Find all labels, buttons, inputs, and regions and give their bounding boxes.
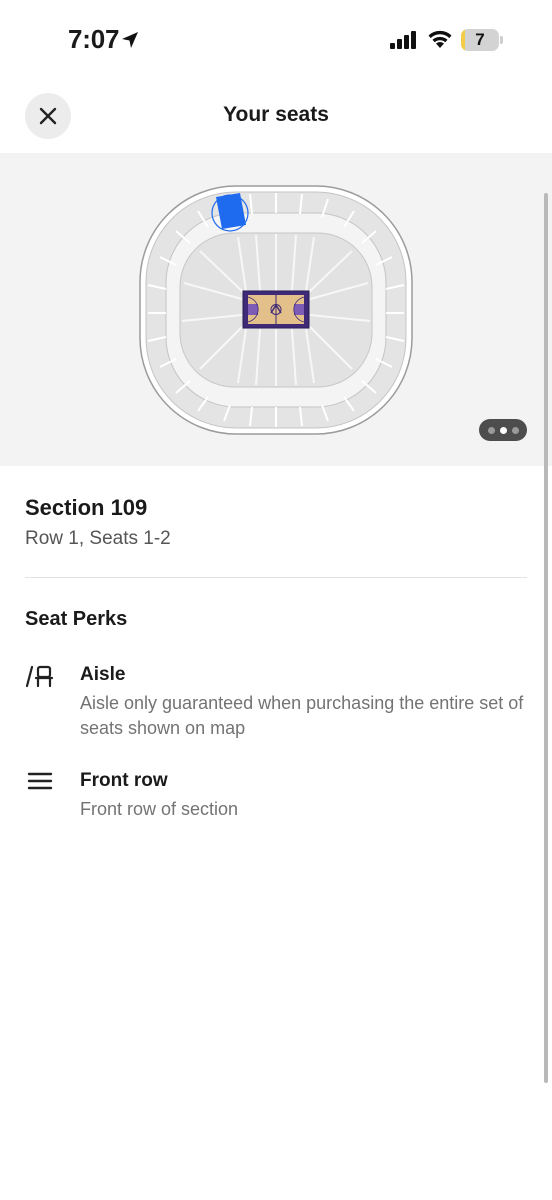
seat-map-panel[interactable] [0,153,552,466]
perk-description: Front row of section [80,799,239,819]
pager-dot-3[interactable] [511,426,519,434]
divider [25,577,527,578]
perk-title: Front row [80,770,168,791]
perk-title: Aisle [80,664,126,685]
front-row-icon [27,772,53,790]
page-title: Your seats [223,103,329,126]
arena-seat-map[interactable] [0,153,552,466]
seat-perks-heading: Seat Perks [25,608,128,630]
wifi-icon [428,30,452,48]
battery-cap [500,36,503,44]
perk-description: Aisle only guaranteed when purchasing th… [80,693,524,738]
cellular-signal-icon [390,31,416,49]
basketball-court [242,290,310,329]
map-pager[interactable] [479,419,527,441]
location-arrow-icon [122,32,138,48]
status-time: 7:07 [68,24,120,54]
header: Your seats [0,88,552,144]
battery-level: 7 [475,30,485,49]
pager-dot-2[interactable] [499,426,507,434]
pager-dot-1[interactable] [487,426,495,434]
section-title: Section 109 [25,495,148,520]
scrollbar[interactable] [544,193,548,1083]
status-bar: 7:07 7 [0,0,552,80]
row-seats-detail: Row 1, Seats 1-2 [25,528,171,549]
aisle-seat-icon [26,665,54,688]
battery-icon: 7 [461,29,499,51]
